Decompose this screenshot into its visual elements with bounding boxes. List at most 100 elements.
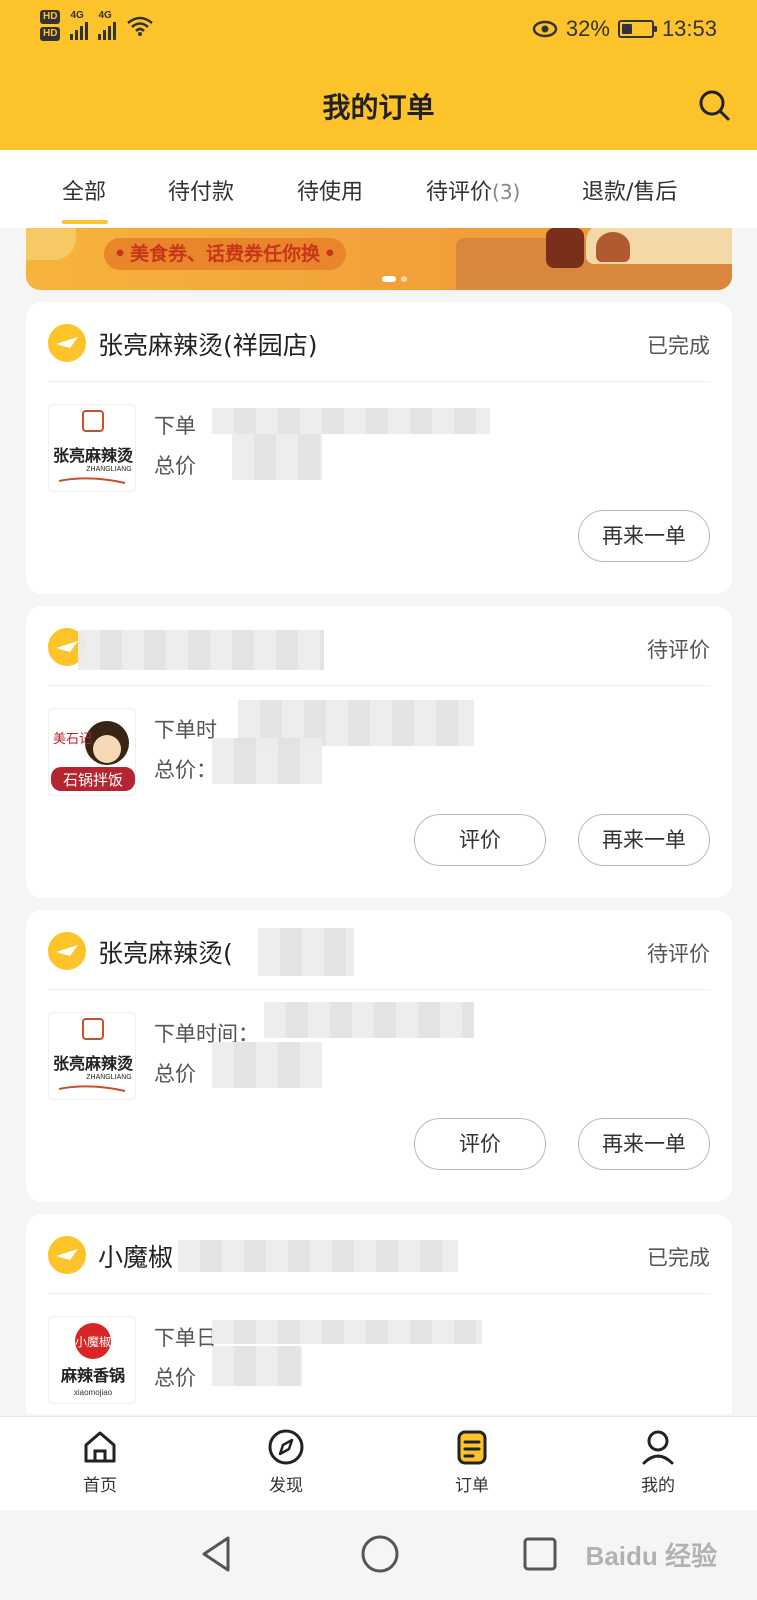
tab-all[interactable]: 全部 [62,174,106,206]
recent-apps-icon[interactable] [520,1534,560,1574]
redacted-price [212,738,322,784]
shop-name[interactable]: 张亮麻辣烫(祥园店) [98,326,318,362]
logo-text-top: 小魔椒 [75,1334,111,1349]
coupon-graphic [26,228,76,260]
compass-icon [268,1429,304,1465]
logo-text: 张亮麻辣烫 [53,446,134,465]
carousel-dots [382,276,407,282]
home-circle-icon[interactable] [358,1532,402,1576]
shop-logo: 美石记 石锅拌饭 [48,708,136,796]
logo-subtext: ZHANGLIANG [86,1074,132,1081]
carousel-dot-active [382,276,396,282]
tab-to-review[interactable]: 待评价(3) [426,174,520,206]
nav-discover[interactable]: 发现 [236,1427,336,1496]
watermark: Baidu 经验 [585,1541,717,1571]
redacted-shop-name [178,1240,458,1272]
order-price-label: 总价 [154,1062,196,1086]
order-tabs: 全部 待付款 待使用 待评价(3) 退款/售后 [0,150,757,228]
nav-home[interactable]: 首页 [50,1427,150,1496]
logo-text-top: 美石记 [53,732,92,747]
hd-badge-1: HD [40,10,61,24]
order-status: 待评价 [647,942,710,966]
tab-to-use-label: 待使用 [297,180,364,205]
logo-text: 麻辣香锅 [60,1366,125,1385]
profile-icon [642,1430,674,1465]
status-right: 32% 13:53 [532,16,717,42]
review-button[interactable]: 评价 [414,814,546,866]
shop-name[interactable]: 小魔椒 [98,1238,173,1274]
back-icon[interactable] [196,1532,236,1576]
muffin-graphic [596,232,630,262]
logo-subtext: ZHANGLIANG [86,466,132,473]
cell-signal-icon: 4G [70,9,89,40]
nav-profile[interactable]: 我的 [608,1427,708,1496]
search-icon[interactable] [697,88,731,122]
tab-refund-label: 退款/售后 [582,180,678,205]
logo-subtext: xiaomojiao [74,1388,113,1397]
order-icon [457,1430,487,1465]
shop-icon [48,932,86,970]
redacted-shop-name [78,630,324,670]
redacted-time [212,408,490,434]
status-left: HD HD 4G 4G [40,10,154,41]
order-card[interactable]: 张亮麻辣烫(祥园店) 已完成 张亮麻辣烫 ZHANGLIANG 下单 总价 再来… [26,302,732,594]
nav-orders[interactable]: 订单 [422,1427,522,1496]
redacted-time [264,1002,474,1038]
order-card[interactable]: 待评价 美石记 石锅拌饭 下单时 总价： 评价 再来一单 [26,606,732,898]
redacted-time [212,1320,482,1344]
shop-logo: 张亮麻辣烫 ZHANGLIANG [48,1012,136,1100]
system-nav-bar: Baidu 经验 [0,1510,757,1600]
order-card[interactable]: 小魔椒 已完成 小魔椒 麻辣香锅 xiaomojiao 下单日 总价 [26,1214,732,1414]
tab-to-use[interactable]: 待使用 [297,174,363,206]
logo-text: 张亮麻辣烫 [53,1054,134,1073]
order-card[interactable]: 张亮麻辣烫( 待评价 张亮麻辣烫 ZHANGLIANG 下单时间： 总价 评价 … [26,910,732,1202]
net-type-label: 4G [70,9,84,21]
order-status: 已完成 [647,334,710,358]
logo-text: 石锅拌饭 [63,771,123,789]
shop-icon [48,324,86,362]
redacted-price [232,434,322,480]
promo-banner[interactable]: 美食券、话费券任你换 [26,228,732,290]
order-price-label: 总价 [154,454,196,478]
redacted-price [212,1346,302,1386]
wifi-icon [127,16,154,36]
hd-badges: HD HD [40,10,61,41]
order-card-header: 张亮麻辣烫( 待评价 [48,910,710,990]
redacted-shop-name [258,928,354,976]
tab-refund[interactable]: 退款/售后 [582,174,677,206]
reorder-button[interactable]: 再来一单 [578,510,710,562]
status-bar: HD HD 4G 4G 32% 13:53 [0,0,757,64]
nav-orders-label: 订单 [455,1476,489,1496]
order-price-label: 总价 [154,1366,196,1390]
shop-logo: 张亮麻辣烫 ZHANGLIANG [48,404,136,492]
battery-fill [621,24,632,34]
tab-pending-payment[interactable]: 待付款 [168,174,234,206]
shop-name[interactable]: 张亮麻辣烫( [98,934,233,970]
order-price-label: 总价： [154,758,217,782]
cell-signal-icon-2: 4G [98,9,117,40]
nav-discover-label: 发现 [269,1476,303,1496]
tab-to-review-count: (3) [492,180,521,204]
shop-logo: 小魔椒 麻辣香锅 xiaomojiao [48,1316,136,1404]
active-tab-indicator [62,220,108,224]
bottom-nav: 首页 发现 订单 我的 [0,1416,757,1510]
nav-profile-label: 我的 [641,1476,675,1496]
nav-home-label: 首页 [83,1476,117,1496]
reorder-button[interactable]: 再来一单 [578,1118,710,1170]
tab-all-label: 全部 [62,180,107,205]
carousel-dot [401,276,407,282]
redacted-price [212,1042,322,1088]
order-time-label: 下单 [154,414,196,438]
net-type-label-2: 4G [98,9,112,21]
battery-percent: 32% [565,16,610,41]
order-status: 待评价 [647,638,710,662]
clock: 13:53 [661,16,717,41]
reorder-button[interactable]: 再来一单 [578,814,710,866]
order-card-header: 待评价 [48,606,710,686]
banner-text: 美食券、话费券任你换 [104,238,347,270]
review-button[interactable]: 评价 [414,1118,546,1170]
order-status: 已完成 [647,1246,710,1270]
home-icon [84,1431,116,1463]
eye-comfort-icon [532,20,558,38]
tab-to-review-label: 待评价 [426,180,493,205]
